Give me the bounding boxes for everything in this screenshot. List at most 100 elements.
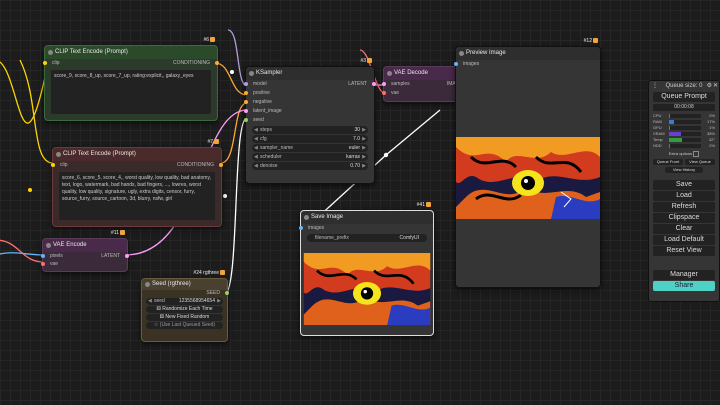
ksampler-node[interactable]: #3 KSampler model LATENT positive negati… <box>244 58 376 184</box>
seed-output-socket[interactable] <box>225 291 229 295</box>
node-collapse-dot[interactable] <box>249 71 254 76</box>
extra-options-label: Extra options <box>668 151 693 157</box>
negative-prompt-textarea[interactable]: score_6, score_5, score_4,, worst qualit… <box>59 172 215 220</box>
clip-text-encode-negative-node[interactable]: #7 CLIP Text Encode (Prompt) clip CONDIT… <box>51 139 223 227</box>
clip-text-encode-positive-node[interactable]: #6 CLIP Text Encode (Prompt) clip CONDIT… <box>43 37 219 121</box>
latent-output-socket[interactable] <box>125 254 129 258</box>
seed-value-widget[interactable]: ◀ seed 1235568954654 ▶ <box>146 298 223 305</box>
extra-options-checkbox[interactable] <box>693 151 700 157</box>
clipspace-button[interactable]: Clipspace <box>653 213 715 223</box>
node-collapse-dot[interactable] <box>145 282 150 287</box>
node-header[interactable]: Preview Image <box>456 47 600 60</box>
negative-input-socket[interactable] <box>244 100 248 104</box>
use-last-queued-seed-button[interactable]: ♲ (Use Last Queued Seed) <box>146 322 223 329</box>
node-header[interactable]: CLIP Text Encode (Prompt) <box>53 148 221 161</box>
images-input-socket[interactable] <box>299 226 303 230</box>
denoise-widget[interactable]: ◀ denoise 0.70 ▶ <box>252 162 368 170</box>
save-button[interactable]: Save <box>653 180 715 190</box>
samples-input-socket[interactable] <box>382 82 386 86</box>
scheduler-widget[interactable]: ◀ scheduler karras ▶ <box>252 153 368 161</box>
sysmon-name: VRAM <box>653 131 665 136</box>
queue-prompt-button[interactable]: Queue Prompt <box>653 92 715 102</box>
close-icon[interactable]: ✕ <box>713 81 718 91</box>
node-collapse-dot[interactable] <box>48 50 53 55</box>
seed-output-label: SEED <box>206 290 220 296</box>
share-button[interactable]: Share <box>653 281 715 291</box>
node-header[interactable]: Seed (rgthree) <box>142 279 227 290</box>
new-fixed-random-button[interactable]: ⚄ New Fixed Random <box>146 314 223 321</box>
randomize-each-time-button[interactable]: ⚄ Randomize Each Time <box>146 306 223 313</box>
steps-widget[interactable]: ◀ steps 30 ▶ <box>252 126 368 134</box>
wire-vae-encode-vae <box>0 239 45 263</box>
sysmon-bar <box>669 132 701 136</box>
pixels-input-row: pixels LATENT <box>41 252 129 261</box>
preview-image[interactable] <box>456 137 600 219</box>
load-button[interactable]: Load <box>653 191 715 201</box>
input-label: vae <box>391 90 400 96</box>
filename-prefix-widget[interactable]: filename_prefix ComfyUI <box>307 234 427 242</box>
extra-options-row: Extra options <box>649 151 719 157</box>
seed-input-socket[interactable] <box>244 118 248 122</box>
latent-image-input-socket[interactable] <box>244 109 248 113</box>
node-collapse-dot[interactable] <box>56 152 61 157</box>
node-badge: #6 <box>203 37 215 43</box>
node-header[interactable]: CLIP Text Encode (Prompt) <box>45 46 217 59</box>
refresh-button[interactable]: Refresh <box>653 202 715 212</box>
model-input-row: model LATENT <box>244 80 376 89</box>
sysmon-value: 2% <box>709 143 715 148</box>
latent-image-input-row: latent_image <box>244 107 374 116</box>
cfg-widget[interactable]: ◀ cfg 7.0 ▶ <box>252 135 368 143</box>
node-collapse-dot[interactable] <box>46 243 51 248</box>
images-input-socket[interactable] <box>454 62 458 66</box>
latent-output-socket[interactable] <box>372 82 376 86</box>
sysmon-fill <box>669 138 683 142</box>
conditioning-output-socket[interactable] <box>219 163 223 167</box>
latent-output-label: LATENT <box>101 253 120 259</box>
saved-image[interactable] <box>303 253 431 325</box>
vae-input-socket[interactable] <box>382 91 386 95</box>
wire-cond-neg <box>220 102 248 164</box>
drag-handle-icon[interactable]: ⋮ <box>652 81 658 91</box>
seed-rgthree-node[interactable]: #24 rgthree Seed (rgthree) SEED ◀ seed 123… <box>141 270 229 342</box>
input-label: images <box>463 61 480 67</box>
prompt-textarea[interactable]: score_9, score_8_up, score_7_up, rating:… <box>51 70 211 114</box>
sysmon-row-hdd: HDD 2% <box>653 143 715 149</box>
sysmon-value: 17% <box>706 119 715 124</box>
node-collapse-dot[interactable] <box>387 71 392 76</box>
preview-image-node[interactable]: #12 Preview Image images <box>454 38 601 288</box>
input-label: negative <box>253 99 272 105</box>
input-label: positive <box>253 90 270 96</box>
view-queue-button[interactable]: View Queue <box>685 159 715 165</box>
sysmon-name: CPU <box>653 113 662 118</box>
node-header[interactable]: Save Image <box>301 211 433 224</box>
sysmon-fill <box>669 114 670 118</box>
conditioning-output-socket[interactable] <box>215 61 219 65</box>
manager-button[interactable]: Manager <box>653 270 715 280</box>
positive-input-socket[interactable] <box>244 91 248 95</box>
node-collapse-dot[interactable] <box>459 51 464 56</box>
clip-input-socket[interactable] <box>51 163 55 167</box>
reset-view-button[interactable]: Reset View <box>653 246 715 256</box>
view-history-button[interactable]: View History <box>665 167 703 173</box>
gear-icon[interactable]: ⚙ <box>707 81 712 91</box>
input-label: samples <box>391 81 410 87</box>
node-badge: #12 <box>584 38 598 44</box>
clear-button[interactable]: Clear <box>653 224 715 234</box>
model-input-socket[interactable] <box>244 82 248 86</box>
node-header[interactable]: KSampler <box>246 67 374 80</box>
node-title: CLIP Text Encode (Prompt) <box>63 151 136 157</box>
sampler-name-widget[interactable]: ◀ sampler_name euler ▶ <box>252 144 368 152</box>
clip-input-socket[interactable] <box>43 61 47 65</box>
clip-input-row: clip CONDITIONING <box>43 59 219 68</box>
node-title: Preview Image <box>466 50 506 56</box>
node-title: Save Image <box>311 214 344 220</box>
node-header[interactable]: VAE Encode <box>43 239 127 252</box>
load-default-button[interactable]: Load Default <box>653 235 715 245</box>
vae-input-socket[interactable] <box>41 262 45 266</box>
queue-front-button[interactable]: Queue Front <box>653 159 683 165</box>
pixels-input-socket[interactable] <box>41 254 45 258</box>
node-collapse-dot[interactable] <box>304 215 309 220</box>
input-label: latent_image <box>253 108 282 114</box>
save-image-node[interactable]: #41 Save Image images filename_prefix Com… <box>299 202 434 336</box>
vae-encode-node[interactable]: #11 VAE Encode pixels LATENT vae <box>41 230 129 272</box>
